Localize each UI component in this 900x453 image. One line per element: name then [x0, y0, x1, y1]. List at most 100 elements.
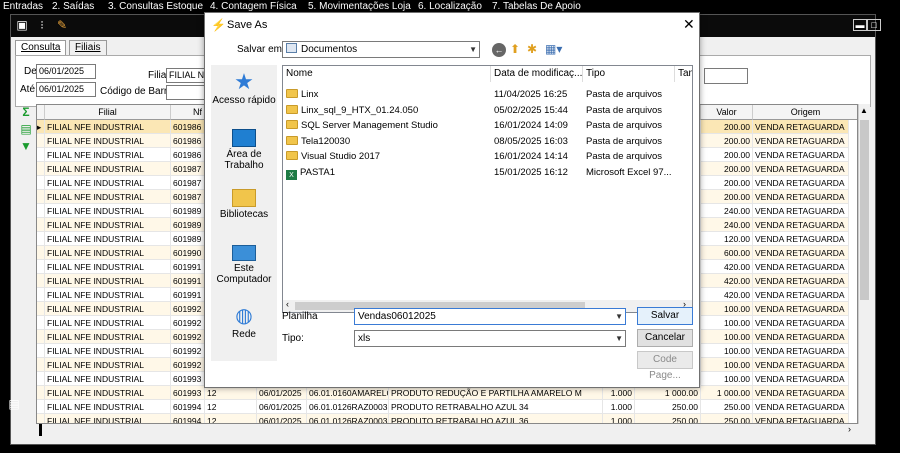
save-in-combo[interactable]: Documentos ▼ [282, 41, 480, 58]
col-origem-header[interactable]: Origem [753, 105, 857, 120]
menu-consultas-estoque[interactable]: 3. Consultas Estoque [108, 1, 203, 12]
chevron-down-icon: ▼ [469, 45, 477, 54]
cell-valor: 200.00 [701, 190, 753, 204]
scroll-right-icon[interactable]: › [848, 424, 851, 434]
date-from-input[interactable]: 06/01/2025 [36, 64, 96, 79]
cell-filial: FILIAL NFE INDUSTRIAL [45, 302, 171, 316]
file-name-text: Tela120030 [301, 135, 351, 147]
place-desktop[interactable]: Área de Trabalho [211, 129, 277, 171]
file-row[interactable]: Tela120030 08/05/2025 16:03 Pasta de arqui… [283, 135, 692, 149]
file-row[interactable]: Linx_sql_9_HTX_01.24.050 05/02/2025 15:44… [283, 104, 692, 118]
libraries-icon [232, 189, 256, 207]
restore-button[interactable]: □ [867, 19, 881, 31]
menu-tabelas-apoio[interactable]: 7. Tabelas De Apoio [492, 1, 581, 12]
view-menu-icon[interactable]: ▦▾ [545, 42, 562, 56]
new-folder-icon[interactable]: ✱ [527, 42, 537, 56]
menu-movimentacoes-loja[interactable]: 5. Movimentações Loja [308, 1, 411, 12]
menu-contagem-fisica[interactable]: 4. Contagem Física [210, 1, 297, 12]
row-indicator [37, 190, 45, 204]
file-date: 05/02/2025 15:44 [494, 104, 568, 116]
grid-vertical-scrollbar[interactable]: ▲ [858, 104, 870, 424]
sum-icon[interactable]: Σ [19, 105, 33, 119]
scroll-thumb[interactable] [860, 120, 869, 300]
cell-nf: 601986 [171, 148, 205, 162]
place-computer[interactable]: Este Computador [211, 245, 277, 285]
wrench-icon[interactable]: ✎ [55, 18, 69, 32]
type-label: Tipo: [282, 333, 304, 344]
row-indicator [37, 204, 45, 218]
cell-qtd: 1.000 [603, 386, 635, 400]
code-page-button[interactable]: Code Page... [637, 351, 693, 381]
menu-localizacao[interactable]: 6. Localização [418, 1, 482, 12]
row-indicator [37, 330, 45, 344]
folder-icon [286, 104, 298, 114]
menu-entradas[interactable]: Entradas [3, 1, 43, 12]
cell-origem: VENDA RETAGUARDA [753, 288, 849, 302]
file-row[interactable]: Visual Studio 2017 16/01/2024 14:14 Pasta … [283, 150, 692, 164]
place-quick-access[interactable]: ★ Acesso rápido [211, 69, 277, 107]
table-row[interactable]: FILIAL NFE INDUSTRIAL 601994 12 06/01/2025 0… [37, 414, 849, 423]
file-row[interactable]: SQL Server Management Studio 16/01/2024 1… [283, 119, 692, 133]
folder-icon [286, 120, 298, 129]
grid-horizontal-scrollbar[interactable]: › [36, 424, 858, 436]
cell-c3: 12 [205, 414, 257, 423]
folder-icon [286, 151, 298, 160]
table-row[interactable]: FILIAL NFE INDUSTRIAL 601994 12 06/01/2025 0… [37, 400, 849, 414]
col-type-header[interactable]: Tipo [583, 66, 675, 82]
col-nf-header[interactable]: Nf [171, 105, 205, 120]
col-filial-header[interactable]: Filial [45, 105, 171, 120]
file-type-select[interactable]: xls ▼ [354, 330, 626, 347]
row-indicator-header [37, 105, 45, 120]
cell-c3: 12 [205, 400, 257, 414]
export-icon[interactable]: ▤ [19, 122, 33, 136]
file-list[interactable]: Nome Data de modificaç... Tipo Tam Linx 1… [282, 65, 693, 313]
col-name-header[interactable]: Nome [283, 66, 491, 82]
table-row[interactable]: FILIAL NFE INDUSTRIAL 601993 12 06/01/2025 0… [37, 386, 849, 400]
tab-consulta[interactable]: Consulta [15, 40, 67, 56]
col-date-header[interactable]: Data de modificaç... [491, 66, 583, 82]
close-icon[interactable]: ✕ [683, 16, 695, 33]
row-indicator [37, 386, 45, 400]
date-to-input[interactable]: 06/01/2025 [36, 82, 96, 97]
print-icon[interactable]: ▤ [7, 397, 21, 411]
col-valor-header[interactable]: Valor [701, 105, 753, 120]
cell-nf: 601989 [171, 218, 205, 232]
scroll-thumb-h[interactable] [39, 424, 42, 436]
filial-input[interactable]: FILIAL NF [166, 68, 206, 83]
scroll-up-icon[interactable]: ▲ [860, 106, 868, 115]
star-icon: ★ [234, 69, 254, 94]
col-size-header[interactable]: Tam [675, 66, 692, 82]
file-type-value: xls [358, 333, 371, 344]
place-network[interactable]: ◍ Rede [211, 305, 277, 340]
desktop-icon [232, 129, 256, 147]
cell-nf: 601987 [171, 162, 205, 176]
minimize-button[interactable]: ▬ [853, 19, 867, 31]
cell-origem: VENDA RETAGUARDA [753, 330, 849, 344]
cell-filial: FILIAL NFE INDUSTRIAL [45, 218, 171, 232]
cell-valor: 420.00 [701, 288, 753, 302]
cell-valor: 200.00 [701, 176, 753, 190]
back-icon[interactable]: ← [492, 43, 506, 57]
cell-nf: 601990 [171, 246, 205, 260]
file-type: Pasta de arquivos [586, 151, 663, 162]
cell-origem: VENDA RETAGUARDA [753, 134, 849, 148]
cell-nf: 601986 [171, 120, 205, 134]
row-indicator [37, 372, 45, 386]
codigo-barras-input[interactable] [166, 85, 206, 100]
menu-saidas[interactable]: 2. Saídas [52, 1, 94, 12]
cell-origem: VENDA RETAGUARDA [753, 218, 849, 232]
file-row[interactable]: X PASTA1 15/01/2025 16:12 Microsoft Excel 9… [283, 166, 692, 180]
file-row[interactable]: Linx 11/04/2025 16:25 Pasta de arquivos [283, 88, 692, 102]
place-libraries[interactable]: Bibliotecas [211, 189, 277, 220]
save-button[interactable]: Salvar [637, 307, 693, 325]
extra-filter-input[interactable] [704, 68, 748, 84]
scroll-left-icon[interactable]: ‹ [286, 299, 289, 309]
file-date: 16/01/2024 14:09 [494, 120, 568, 131]
up-folder-icon[interactable]: ⬆ [510, 42, 520, 56]
filter-down-icon[interactable]: ▼ [19, 139, 33, 153]
filename-input[interactable]: Vendas06012025 ▼ [354, 308, 626, 325]
cancel-button[interactable]: Cancelar [637, 329, 693, 347]
traffic-light-icon[interactable]: ⁝ [35, 18, 49, 32]
file-name: Linx [286, 88, 490, 102]
tab-filiais[interactable]: Filiais [69, 40, 107, 56]
